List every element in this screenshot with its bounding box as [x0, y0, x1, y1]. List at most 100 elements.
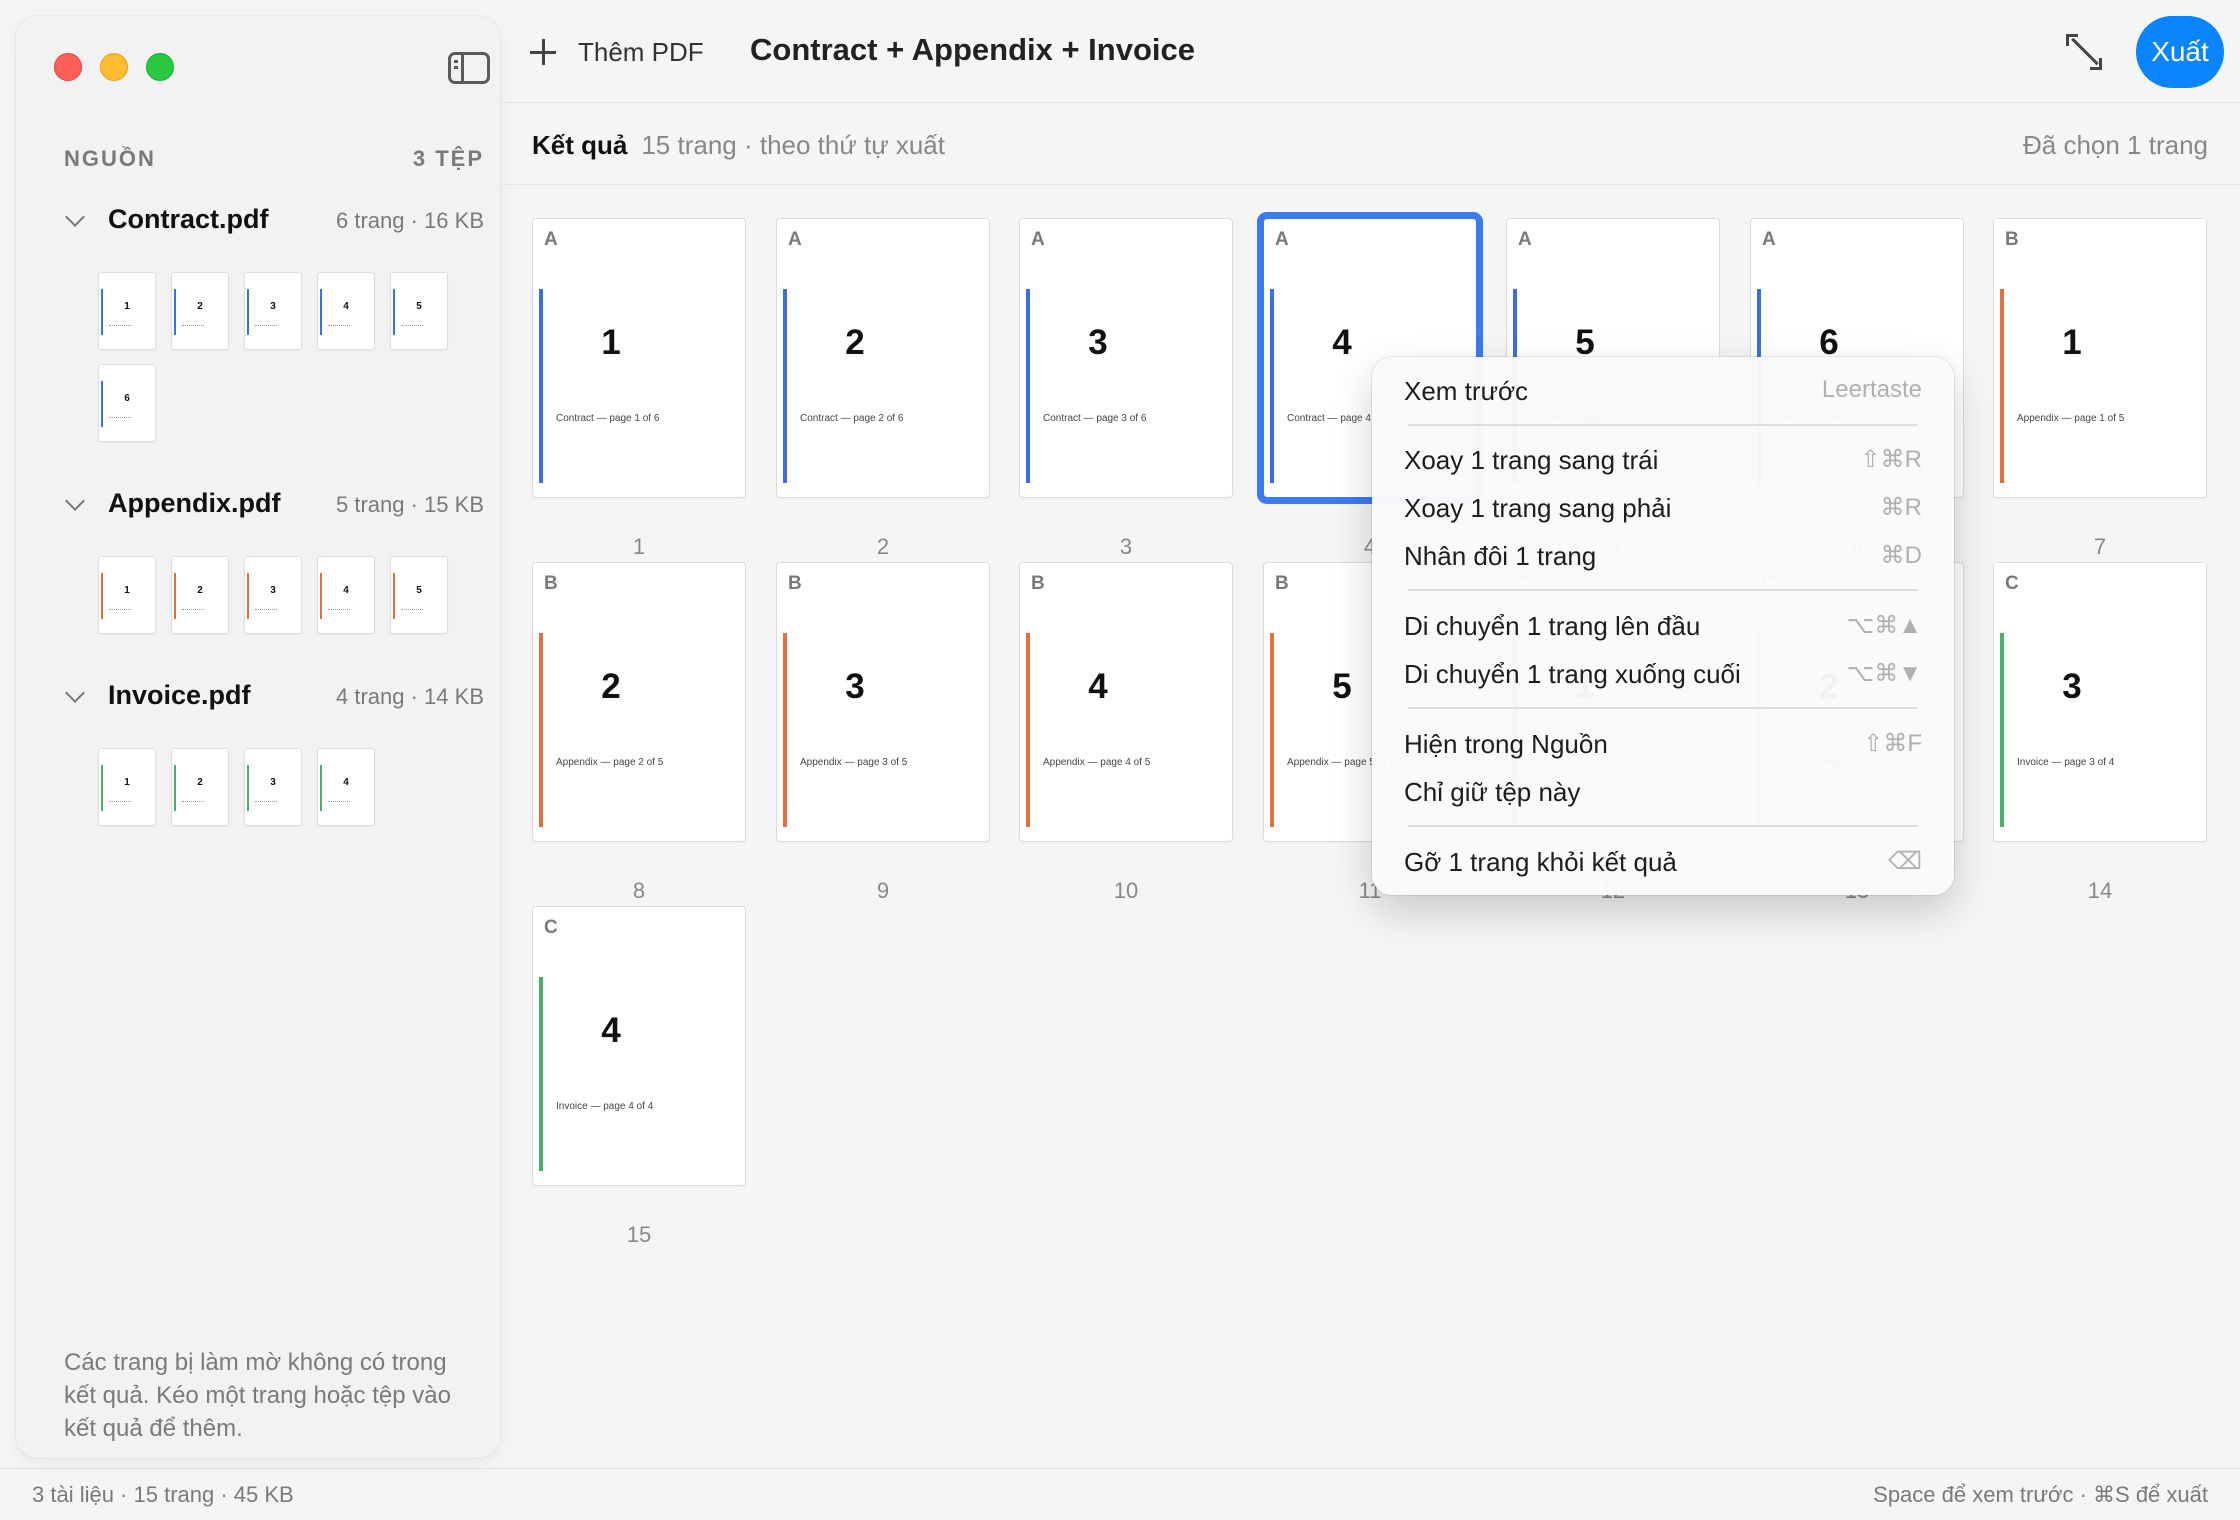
source-letter: B: [544, 573, 558, 594]
source-color-bar: [2000, 633, 2004, 827]
source-page-thumbnail[interactable]: 3: [244, 748, 302, 826]
minimize-window-button[interactable]: [100, 53, 128, 81]
menu-item-label: Chỉ giữ tệp này: [1404, 777, 1581, 807]
source-color-bar: [539, 633, 543, 827]
result-page-card[interactable]: C 4 Invoice — page 4 of 4: [532, 906, 746, 1186]
result-header: Kết quả 15 trang · theo thứ tự xuất: [532, 130, 945, 161]
source-page-thumbnail[interactable]: 3: [244, 272, 302, 350]
source-page-thumbnail[interactable]: 4: [317, 748, 375, 826]
source-letter: A: [1762, 229, 1776, 250]
export-button[interactable]: Xuất: [2136, 16, 2224, 88]
result-slot-number: 3: [1119, 534, 1133, 559]
source-file-appendix[interactable]: Appendix.pdf 5 trang · 15 KB: [64, 488, 484, 524]
sources-count: 3 TỆP: [412, 146, 484, 171]
source-page-thumbnail[interactable]: 5: [390, 556, 448, 634]
result-slot-number: 10: [1113, 878, 1139, 903]
source-color-bar: [539, 289, 543, 483]
source-color-bar: [1026, 633, 1030, 827]
sources-header: NGUỒN 3 TỆP: [64, 146, 484, 176]
menu-separator: [1408, 424, 1918, 426]
plus-icon: [530, 39, 556, 65]
menu-item-shortcut: Leertaste: [1821, 376, 1922, 403]
source-file-invoice[interactable]: Invoice.pdf 4 trang · 14 KB: [64, 680, 484, 716]
result-label: Kết quả: [532, 130, 628, 160]
page-number: 3: [2062, 667, 2082, 706]
menu-item-move-to-bottom[interactable]: Di chuyển 1 trang xuống cuối ⌥⌘▼: [1404, 653, 1922, 697]
source-letter: A: [788, 229, 802, 250]
chevron-down-icon[interactable]: [65, 683, 85, 703]
page-number: 2: [601, 667, 621, 706]
result-page-card[interactable]: B 3 Appendix — page 3 of 5: [776, 562, 990, 842]
menu-item-remove-page[interactable]: Gỡ 1 trang khỏi kết quả ⌫: [1404, 841, 1922, 885]
source-file-contract[interactable]: Contract.pdf 6 trang · 16 KB: [64, 204, 484, 240]
add-pdf-label: Thêm PDF: [578, 36, 704, 67]
source-page-thumbnail[interactable]: 1: [98, 272, 156, 350]
result-page-card[interactable]: C 3 Invoice — page 3 of 4: [1993, 562, 2207, 842]
source-color-bar: [783, 633, 787, 827]
source-page-thumbnail[interactable]: 5: [390, 272, 448, 350]
result-page-card[interactable]: B 4 Appendix — page 4 of 5: [1019, 562, 1233, 842]
menu-item-label: Xoay 1 trang sang trái: [1404, 445, 1659, 475]
source-page-thumbnail[interactable]: 4: [317, 556, 375, 634]
result-slot-number: 7: [2093, 534, 2107, 559]
add-pdf-button[interactable]: Thêm PDF: [530, 32, 704, 72]
chevron-down-icon[interactable]: [65, 491, 85, 511]
result-slot-number: 15: [626, 1222, 652, 1247]
result-slot-number: 9: [876, 878, 890, 903]
source-page-thumbnail[interactable]: 4: [317, 272, 375, 350]
result-slot-number: 14: [2087, 878, 2113, 903]
source-page-thumbnail[interactable]: 1: [98, 748, 156, 826]
menu-item-shortcut: ⌘R: [1880, 494, 1922, 521]
source-page-thumbnail[interactable]: 1: [98, 556, 156, 634]
chevron-down-icon[interactable]: [65, 207, 85, 227]
page-number: 4: [601, 1011, 621, 1050]
page-number: 3: [845, 667, 865, 706]
zoom-window-button[interactable]: [146, 53, 174, 81]
menu-item-keep-only-this-file[interactable]: Chỉ giữ tệp này: [1404, 771, 1922, 815]
menu-separator: [1408, 707, 1918, 709]
menu-item-label: Xem trước: [1404, 376, 1529, 406]
menu-item-rotate-right[interactable]: Xoay 1 trang sang phải ⌘R: [1404, 487, 1922, 531]
page-caption: Contract — page 3 of 6: [1043, 413, 1147, 424]
source-letter: C: [544, 917, 558, 938]
menu-item-label: Di chuyển 1 trang lên đầu: [1404, 611, 1701, 641]
page-number: 2: [845, 323, 865, 362]
status-shortcut-hint: Space để xem trước · ⌘S để xuất: [1873, 1482, 2208, 1507]
page-number: 1: [2062, 323, 2082, 362]
close-window-button[interactable]: [54, 53, 82, 81]
menu-item-rotate-left[interactable]: Xoay 1 trang sang trái ⇧⌘R: [1404, 439, 1922, 483]
source-file-meta: 6 trang · 16 KB: [336, 208, 484, 233]
result-page-card[interactable]: A 1 Contract — page 1 of 6: [532, 218, 746, 498]
page-caption: Appendix — page 3 of 5: [800, 757, 908, 768]
source-color-bar: [1270, 633, 1274, 827]
sources-hint: Các trang bị làm mờ không có trong kết q…: [64, 1349, 451, 1442]
result-summary: 15 trang · theo thứ tự xuất: [641, 130, 945, 160]
menu-item-shortcut: ⇧⌘F: [1863, 730, 1922, 757]
source-page-thumbnail[interactable]: 2: [171, 556, 229, 634]
result-slot-number: 2: [876, 534, 890, 559]
menu-separator: [1408, 825, 1918, 827]
result-page-card[interactable]: B 1 Appendix — page 1 of 5: [1993, 218, 2207, 498]
page-caption: Appendix — page 2 of 5: [556, 757, 664, 768]
sources-heading: NGUỒN: [64, 146, 156, 171]
source-color-bar: [2000, 289, 2004, 483]
source-page-thumbnail[interactable]: 2: [171, 748, 229, 826]
expand-icon[interactable]: [2062, 30, 2106, 74]
source-page-thumbnail[interactable]: 3: [244, 556, 302, 634]
source-page-thumbnail[interactable]: 6: [98, 364, 156, 442]
source-letter: B: [788, 573, 802, 594]
source-page-thumbnail[interactable]: 2: [171, 272, 229, 350]
menu-item-move-to-top[interactable]: Di chuyển 1 trang lên đầu ⌥⌘▲: [1404, 605, 1922, 649]
result-page-card[interactable]: A 3 Contract — page 3 of 6: [1019, 218, 1233, 498]
sources-sidebar: NGUỒN 3 TỆP Contract.pdf 6 trang · 16 KB…: [16, 16, 500, 1458]
toolbar-divider: [500, 102, 2240, 103]
menu-item-show-in-sources[interactable]: Hiện trong Nguồn ⇧⌘F: [1404, 723, 1922, 767]
result-page-card[interactable]: A 2 Contract — page 2 of 6: [776, 218, 990, 498]
menu-item-preview[interactable]: Xem trước Leertaste: [1404, 370, 1922, 414]
result-page-card[interactable]: B 2 Appendix — page 2 of 5: [532, 562, 746, 842]
source-letter: A: [1031, 229, 1045, 250]
result-slot-number: 8: [632, 878, 646, 903]
menu-item-duplicate[interactable]: Nhân đôi 1 trang ⌘D: [1404, 535, 1922, 579]
menu-item-label: Gỡ 1 trang khỏi kết quả: [1404, 847, 1677, 877]
sidebar-toggle-icon[interactable]: [448, 52, 490, 84]
